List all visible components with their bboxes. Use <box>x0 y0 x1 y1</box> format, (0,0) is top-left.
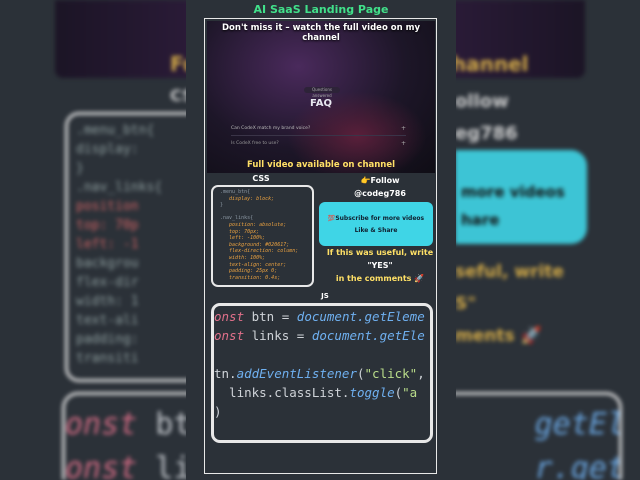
background-code-line: .nav_links{ <box>76 180 163 195</box>
background-code-line: padding: <box>76 332 139 347</box>
background-js-text: li <box>137 451 192 480</box>
background-useful-line: S" <box>455 294 477 314</box>
background-sub-line: hare <box>461 211 500 229</box>
like-share-text: Like & Share <box>354 227 398 234</box>
js-text: tn. <box>214 366 237 381</box>
subscribe-text: 💯Subscribe for more videos <box>327 215 425 222</box>
background-code-line: position <box>76 199 139 214</box>
background-follow-line: ollow <box>455 91 509 112</box>
js-text: btn = <box>244 309 297 324</box>
plus-icon: + <box>400 125 406 132</box>
background-follow-line: eg786 <box>455 123 518 144</box>
background-code-line: transiti <box>76 351 139 366</box>
css-line: flex-direction: column; <box>217 248 299 255</box>
css-code-box: .menu_btn{ display: block; } .nav_links{… <box>211 185 314 287</box>
plus-icon: + <box>400 140 406 147</box>
faq-question-text: Is CodeX free to use? <box>231 141 279 146</box>
background-js-text: bt <box>137 407 192 442</box>
video-pill: Questions answered <box>304 87 340 98</box>
background-code-line: text-ali <box>76 313 139 328</box>
useful-line: in the comments 🚀 <box>335 274 425 283</box>
css-line: } <box>217 202 224 209</box>
yes-text: "YES" <box>367 261 393 270</box>
css-line: padding: 25px 0; <box>217 268 278 275</box>
css-line: .nav_links{ <box>217 215 254 222</box>
js-keyword: onst <box>214 309 245 324</box>
follow-block: 👉Follow @codeg786 <box>318 174 442 200</box>
background-code-line: top: 70p <box>76 218 139 233</box>
css-line: position: absolute; <box>217 221 287 228</box>
faq-question[interactable]: Is CodeX free to use? + <box>231 139 406 149</box>
background-useful-line: ments 🚀 <box>455 326 542 346</box>
background-code-line: width: 1 <box>76 294 139 309</box>
background-sub-line: more videos <box>461 183 565 201</box>
js-code-box: onst btn = document.getEleme onst links =… <box>211 303 433 443</box>
js-string: "a <box>402 385 418 400</box>
js-text: links = <box>244 328 312 343</box>
video-caption: Full video available on channel <box>246 160 396 170</box>
js-keyword: onst <box>214 328 245 343</box>
video-preview[interactable]: Don't miss it – watch the full video on … <box>207 21 435 173</box>
js-line: ) <box>214 404 222 419</box>
subscribe-box: 💯Subscribe for more videos Like & Share <box>319 202 433 246</box>
background-js-call: getEleme <box>534 407 619 442</box>
js-label: JS <box>321 292 329 300</box>
js-call: document.getEle <box>311 328 425 343</box>
css-line: top: 70px; <box>217 228 260 235</box>
css-line: transition: 0.4s; <box>217 274 281 281</box>
page-title: AI SaaS Landing Page <box>253 3 389 16</box>
js-call: toggle <box>349 385 395 400</box>
js-line: onst btn = document.getEleme <box>214 307 430 326</box>
js-line: onst links = document.getEle <box>214 326 430 345</box>
background-js-keyword: onst <box>65 451 138 480</box>
channel-handle[interactable]: @codeg786 <box>318 187 442 200</box>
js-line <box>214 345 430 364</box>
background-subscribe-box: more videos hare <box>455 150 587 244</box>
background-code-line: backgrou <box>76 256 139 271</box>
faq-heading: FAQ <box>310 98 332 109</box>
css-label: CSS <box>252 174 270 183</box>
js-text: links.classList. <box>214 385 350 400</box>
background-code-line: left: -1 <box>76 237 139 252</box>
short-panel: AI SaaS Landing Page Don't miss it – wat… <box>186 0 456 480</box>
faq-question-text: Can CodeX match my brand voice? <box>231 126 311 131</box>
background-code-line: .menu_btn{ <box>76 123 155 138</box>
useful-block: If this was useful, write "YES" in the c… <box>318 246 442 285</box>
faq-question[interactable]: Can CodeX match my brand voice? + <box>231 123 406 136</box>
css-line: text-align: center; <box>217 261 287 268</box>
js-text: ( <box>357 366 365 381</box>
useful-line: If this was useful, write <box>326 248 434 257</box>
css-line: display: block; <box>217 195 275 202</box>
background-code-line: display: <box>76 142 139 157</box>
background-js-keyword: onst <box>65 407 138 442</box>
background-follow: ollow eg786 <box>455 86 518 150</box>
css-line <box>217 209 308 216</box>
background-code-line: } <box>76 161 84 176</box>
js-call: addEventListener <box>236 366 357 381</box>
background-useful: seful, write S" ments 🚀 <box>455 256 564 352</box>
css-line: width: 100%; <box>217 254 266 261</box>
background-useful-line: seful, write <box>455 262 564 282</box>
js-line: links.classList.toggle("a <box>214 383 430 402</box>
background-code-line: flex-dir <box>76 275 139 290</box>
js-call: document.getEleme <box>296 309 425 324</box>
follow-text: 👉Follow <box>360 176 400 185</box>
video-banner: Don't miss it – watch the full video on … <box>222 23 420 43</box>
background-js-call: r.getEle <box>534 451 619 480</box>
js-line: tn.addEventListener("click", <box>214 364 430 383</box>
js-string: "click" <box>364 366 418 381</box>
js-text: , <box>417 366 425 381</box>
css-line: .menu_btn{ <box>217 189 251 195</box>
css-line: left: -100%; <box>217 235 266 242</box>
css-line: background: #020617; <box>217 241 290 248</box>
